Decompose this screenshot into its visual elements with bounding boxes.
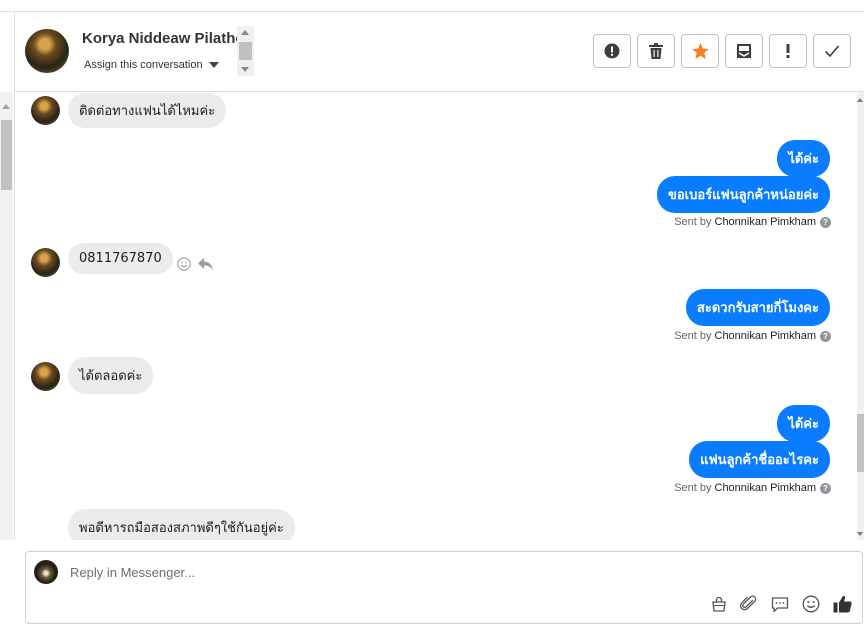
reply-composer: Reply in Messenger... bbox=[25, 551, 863, 624]
emoji-icon[interactable] bbox=[802, 595, 820, 617]
header-name-scrollbar[interactable] bbox=[237, 26, 254, 76]
composer-toolbar bbox=[711, 595, 852, 617]
spam-button[interactable] bbox=[769, 34, 807, 68]
help-icon[interactable]: ? bbox=[820, 216, 831, 228]
alert-button[interactable] bbox=[593, 34, 631, 68]
top-divider bbox=[0, 0, 864, 12]
archive-button[interactable] bbox=[725, 34, 763, 68]
caret-down-icon bbox=[208, 62, 219, 69]
sent-by-prefix: Sent by bbox=[674, 330, 712, 342]
outgoing-message[interactable]: ขอเบอร์แฟนลูกค้าหน่อยค่ะ bbox=[656, 176, 830, 213]
message-thread: ติดต่อทางแฟนได้ไหมค่ะ ได้ค่ะ ขอเบอร์แฟนล… bbox=[14, 92, 857, 540]
scroll-up-arrow-icon[interactable] bbox=[857, 98, 863, 102]
incoming-message[interactable]: พอดีหารถมือสองสภาพดีๆใช้กันอยู่ค่ะ bbox=[68, 509, 295, 540]
outgoing-message[interactable]: ได้ค่ะ bbox=[777, 140, 830, 177]
exclamation-icon bbox=[786, 44, 790, 58]
agent-name[interactable]: Chonnikan Pimkham bbox=[715, 216, 817, 228]
agent-name[interactable]: Chonnikan Pimkham bbox=[715, 330, 817, 342]
contact-avatar[interactable] bbox=[31, 362, 60, 391]
scroll-up-arrow-icon[interactable] bbox=[2, 104, 10, 109]
sent-by-label: Sent by Chonnikan Pimkham ? bbox=[674, 482, 831, 494]
contact-avatar[interactable] bbox=[31, 96, 60, 125]
star-button[interactable] bbox=[681, 34, 719, 68]
page-avatar bbox=[34, 560, 58, 584]
delete-button[interactable] bbox=[637, 34, 675, 68]
thumbs-up-icon[interactable] bbox=[833, 595, 852, 617]
contact-name[interactable]: Korya Niddeaw Pilathep bbox=[82, 30, 237, 47]
messenger-inbox: Korya Niddeaw Pilathep Assign this conve… bbox=[0, 0, 864, 626]
contact-avatar[interactable] bbox=[25, 29, 69, 73]
saved-reply-icon[interactable] bbox=[771, 596, 789, 617]
scroll-thumb[interactable] bbox=[239, 42, 252, 60]
scroll-up-arrow-icon[interactable] bbox=[241, 30, 249, 35]
conversation-scrollbar[interactable] bbox=[857, 92, 864, 540]
conversation-header: Korya Niddeaw Pilathep Assign this conve… bbox=[14, 12, 864, 92]
reply-input[interactable]: Reply in Messenger... bbox=[70, 565, 195, 580]
left-panel-scrollbar[interactable] bbox=[0, 92, 13, 540]
check-icon bbox=[824, 45, 840, 58]
incoming-message[interactable]: ได้ตลอดค่ะ bbox=[68, 357, 154, 394]
assign-conversation-dropdown[interactable]: Assign this conversation bbox=[84, 59, 219, 71]
assign-label: Assign this conversation bbox=[84, 59, 203, 71]
conversation-actions bbox=[593, 34, 851, 68]
incoming-message[interactable]: ติดต่อทางแฟนได้ไหมค่ะ bbox=[68, 93, 227, 128]
scroll-down-arrow-icon[interactable] bbox=[857, 532, 863, 536]
contact-avatar[interactable] bbox=[31, 248, 60, 277]
incoming-message[interactable]: 0811767870 bbox=[68, 243, 173, 274]
sent-by-label: Sent by Chonnikan Pimkham ? bbox=[674, 330, 831, 342]
agent-name[interactable]: Chonnikan Pimkham bbox=[715, 482, 817, 494]
outgoing-message[interactable]: แฟนลูกค้าชื่ออะไรคะ bbox=[689, 441, 830, 478]
archive-inbox-icon bbox=[737, 44, 751, 58]
message-hover-tools bbox=[177, 257, 214, 271]
scroll-thumb[interactable] bbox=[857, 414, 864, 472]
help-icon[interactable]: ? bbox=[820, 330, 831, 342]
scroll-down-arrow-icon[interactable] bbox=[241, 67, 249, 72]
sent-by-prefix: Sent by bbox=[674, 216, 712, 228]
paperclip-icon[interactable] bbox=[739, 595, 758, 617]
outgoing-message[interactable]: ได้ค่ะ bbox=[777, 405, 830, 442]
trash-icon bbox=[649, 43, 663, 59]
reply-arrow-icon[interactable] bbox=[197, 257, 214, 271]
sent-by-label: Sent by Chonnikan Pimkham ? bbox=[674, 216, 831, 228]
sent-by-prefix: Sent by bbox=[674, 482, 712, 494]
scroll-thumb[interactable] bbox=[1, 120, 12, 190]
outgoing-message[interactable]: สะดวกรับสายกี่โมงคะ bbox=[685, 289, 830, 326]
shop-bag-icon[interactable] bbox=[711, 596, 727, 616]
star-icon bbox=[691, 43, 709, 59]
react-smiley-icon[interactable] bbox=[177, 257, 191, 271]
exclamation-circle-icon bbox=[604, 43, 620, 59]
done-button[interactable] bbox=[813, 34, 851, 68]
help-icon[interactable]: ? bbox=[820, 482, 831, 494]
